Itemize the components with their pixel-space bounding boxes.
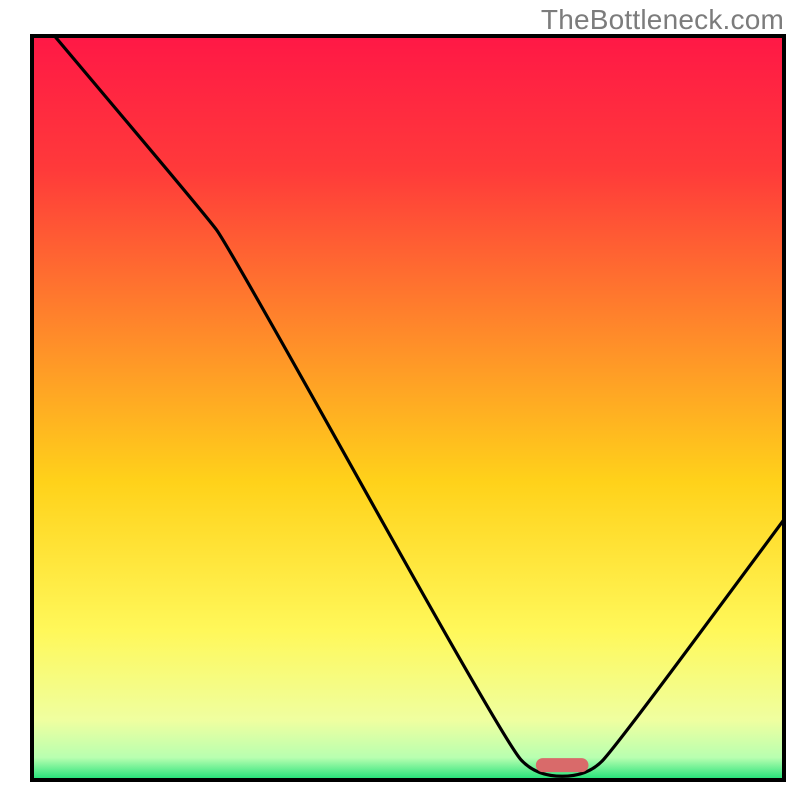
chart-svg xyxy=(0,0,800,800)
watermark-text: TheBottleneck.com xyxy=(541,4,784,36)
plot-background xyxy=(32,36,784,780)
optimal-marker xyxy=(536,758,589,772)
bottleneck-chart: TheBottleneck.com xyxy=(0,0,800,800)
